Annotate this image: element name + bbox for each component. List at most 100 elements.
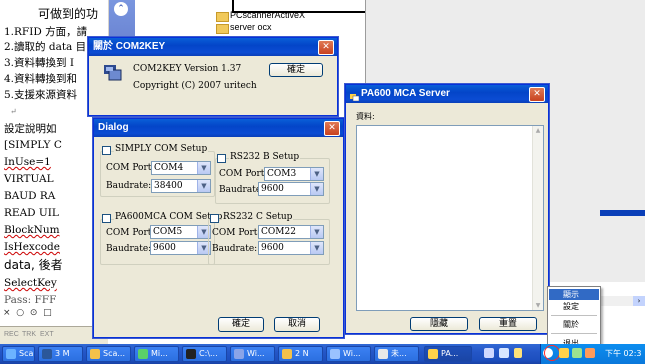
about-copyright: Copyright (C) 2007 uritech xyxy=(133,81,257,91)
quicklaunch-icon[interactable] xyxy=(499,348,509,358)
windows-icon xyxy=(234,349,244,359)
simply-baud-select[interactable]: 38400 ▼ xyxy=(151,179,211,193)
tray-icon[interactable] xyxy=(572,348,582,358)
data-textarea[interactable]: ▲ ▼ xyxy=(356,125,544,311)
tray-icon[interactable] xyxy=(585,348,595,358)
doc-line: 4.資料轉換到和 xyxy=(4,73,78,85)
pa600-title: PA600 MCA Server xyxy=(361,88,450,99)
chevron-down-icon[interactable]: ▼ xyxy=(310,226,323,238)
chevron-down-icon[interactable]: ▼ xyxy=(310,168,323,180)
pa600mca-port-select[interactable]: COM5 ▼ xyxy=(150,225,211,239)
word-status-bar: × ○ ⊙ □ REC TRK EXT xyxy=(0,308,108,344)
folder-label[interactable]: server ocx xyxy=(230,22,272,32)
group-title: RS232 B Setup xyxy=(229,152,301,162)
dialog-cancel-button[interactable]: 取消 xyxy=(274,317,320,332)
data-label: 資料: xyxy=(356,112,375,121)
com-port-label: COM Port: xyxy=(219,169,268,179)
group-title: SIMPLY COM Setup xyxy=(114,144,209,154)
chevron-down-icon[interactable]: ▼ xyxy=(197,162,210,174)
view-circle-icon[interactable]: ○ xyxy=(16,308,24,318)
status-trk: TRK xyxy=(22,331,36,338)
chevron-down-icon[interactable]: ▼ xyxy=(310,183,323,195)
baudrate-label: Baudrate: xyxy=(106,181,152,191)
chevron-down-icon[interactable]: ▼ xyxy=(197,180,210,192)
about-dialog: 關於 COM2KEY ✕ COM2KEY Version 1.37 Copyri… xyxy=(88,37,338,116)
taskbar-button[interactable]: Wi... xyxy=(326,346,371,362)
doc-line: IsHexcode xyxy=(4,241,60,253)
doc-line: [SIMPLY C xyxy=(4,139,62,151)
highlight-circle xyxy=(544,345,560,361)
taskbar-button[interactable]: 3 M xyxy=(38,346,83,362)
com-port-label: COM Port: xyxy=(212,228,261,238)
com-port-label: COM Port: xyxy=(106,163,155,173)
taskbar-button-active[interactable]: PA... xyxy=(424,346,472,362)
close-icon[interactable]: ✕ xyxy=(324,121,340,136)
doc-line: 設定說明如 xyxy=(4,123,57,135)
taskbar-button[interactable]: 未... xyxy=(374,346,419,362)
vertical-scrollbar[interactable]: ▲ ▼ xyxy=(532,126,543,310)
console-icon xyxy=(186,349,196,359)
word-icon xyxy=(42,349,52,359)
rs232b-port-select[interactable]: COM3 ▼ xyxy=(264,167,324,181)
simply-com-port-select[interactable]: COM4 ▼ xyxy=(151,161,211,175)
rs232c-port-select[interactable]: COM22 ▼ xyxy=(258,225,324,239)
taskbar-button[interactable]: 2 N xyxy=(278,346,323,362)
paragraph-mark: ↵ xyxy=(10,107,17,116)
menu-item-about[interactable]: 關於 xyxy=(549,319,599,330)
view-target-icon[interactable]: ⊙ xyxy=(30,308,38,318)
tray-icon[interactable] xyxy=(559,348,569,358)
pa600mca-checkbox[interactable] xyxy=(102,214,111,223)
rs232b-baud-select[interactable]: 9600 ▼ xyxy=(258,182,324,196)
doc-line: 1.RFID 方面，請 xyxy=(4,26,88,38)
tray-context-menu: 顯示 設定 關於 退出 xyxy=(547,286,601,353)
pa600-titlebar: PA600 MCA Server ✕ xyxy=(346,85,548,103)
simply-com-checkbox[interactable] xyxy=(102,146,111,155)
menu-item-settings[interactable]: 設定 xyxy=(549,301,599,312)
windows-icon xyxy=(330,349,340,359)
chevron-up-icon[interactable]: ⌃ xyxy=(114,2,128,16)
quicklaunch-icon[interactable] xyxy=(514,348,522,358)
folder-icon xyxy=(216,24,229,34)
rs232c-baud-select[interactable]: 9600 ▼ xyxy=(258,241,324,255)
rs232c-checkbox[interactable] xyxy=(210,214,219,223)
taskbar-button[interactable]: Sca... xyxy=(86,346,131,362)
reset-button[interactable]: 重置 xyxy=(479,317,537,331)
quicklaunch-icon[interactable] xyxy=(484,348,494,358)
dialog-title: Dialog xyxy=(98,122,129,133)
doc-line: BlockNum xyxy=(4,224,60,236)
folder-icon xyxy=(216,12,229,22)
rs232b-checkbox[interactable] xyxy=(217,154,226,163)
taskbar-button[interactable]: C:\... xyxy=(182,346,227,362)
view-buttons: × ○ ⊙ □ xyxy=(3,308,52,318)
hide-button[interactable]: 隱藏 xyxy=(410,317,468,331)
rs232b-group xyxy=(215,158,330,204)
system-tray: 下午 02:3 xyxy=(540,344,645,364)
about-version: COM2KEY Version 1.37 xyxy=(133,64,242,74)
taskbar-button[interactable]: Wi... xyxy=(230,346,275,362)
about-titlebar: 關於 COM2KEY ✕ xyxy=(89,38,337,56)
close-icon[interactable]: ✕ xyxy=(529,87,545,102)
scroll-down-icon[interactable]: ▼ xyxy=(533,301,543,310)
menu-item-show[interactable]: 顯示 xyxy=(549,289,599,300)
pa600mca-baud-select[interactable]: 9600 ▼ xyxy=(150,241,211,255)
dialog-ok-button[interactable]: 確定 xyxy=(218,317,264,332)
baudrate-label: Baudrate: xyxy=(212,244,258,254)
doc-line: 3.資料轉換到 I xyxy=(4,57,75,69)
document-icon xyxy=(378,349,388,359)
scroll-up-icon[interactable]: ▲ xyxy=(533,126,543,135)
taskbar-button[interactable]: Sca... xyxy=(2,346,35,362)
doc-line: 可做到的功 xyxy=(26,7,99,21)
doc-line: data, 後者 xyxy=(4,258,63,272)
doc-line: VIRTUAL xyxy=(4,173,54,185)
chevron-down-icon[interactable]: ▼ xyxy=(310,242,323,254)
taskbar: Sca... 3 M Sca... Mi... C:\... Wi... 2 N… xyxy=(0,344,645,364)
clock: 下午 02:3 xyxy=(605,349,642,358)
view-page-icon[interactable]: □ xyxy=(43,308,52,318)
view-close-icon[interactable]: × xyxy=(3,308,11,318)
about-ok-button[interactable]: 確定 xyxy=(269,63,323,77)
scroll-right-icon[interactable]: › xyxy=(633,296,645,306)
close-icon[interactable]: ✕ xyxy=(318,40,334,55)
doc-line: SelectKey xyxy=(4,277,57,289)
pa600-server-window: PA600 MCA Server ✕ 資料: ▲ ▼ 隱藏 重置 xyxy=(345,84,549,334)
taskbar-button[interactable]: Mi... xyxy=(134,346,179,362)
